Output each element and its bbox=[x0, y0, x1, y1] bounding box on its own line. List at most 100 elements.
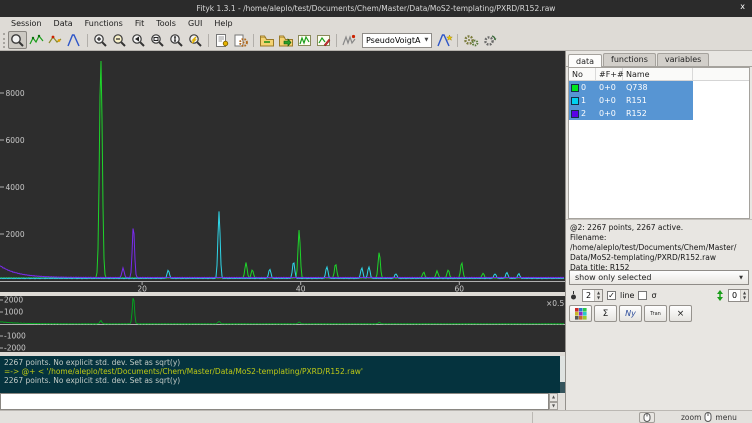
svg-text:6000: 6000 bbox=[6, 136, 25, 145]
line-checkbox-label: line bbox=[620, 291, 634, 300]
point-size-icon bbox=[569, 290, 578, 301]
console-scrollbar[interactable] bbox=[560, 356, 565, 393]
info-filename-2: Data/MoS2-templating/PXRD/R152.raw bbox=[570, 253, 748, 263]
edit-image-icon[interactable] bbox=[314, 31, 333, 49]
chevron-down-icon: ▼ bbox=[739, 275, 743, 281]
numeric-format-button[interactable]: Ny bbox=[619, 305, 642, 322]
toolbar-separator bbox=[457, 34, 458, 47]
dataset-list: No #F+# Name 0 0+0 Q738 1 0+0 R151 2 0+0… bbox=[568, 67, 750, 219]
mouse-config-button[interactable] bbox=[639, 412, 655, 423]
data-range-mode-icon[interactable] bbox=[27, 31, 46, 49]
spin-up-icon[interactable]: ▲ bbox=[549, 393, 558, 402]
toolbar-separator bbox=[253, 34, 254, 47]
point-size-spinner[interactable]: 2 ▲▼ bbox=[582, 289, 603, 302]
chevron-down-icon: ▼ bbox=[424, 37, 428, 43]
tab-data[interactable]: data bbox=[568, 54, 602, 67]
info-filename-1: Filename: /home/aleplo/test/Documents/Ch… bbox=[570, 233, 748, 253]
plot-pane: 2040602000400060008000 20001000-1000-200… bbox=[0, 51, 565, 410]
zoom-all-icon[interactable] bbox=[148, 31, 167, 49]
menu-bar: Session Data Functions Fit Tools GUI Hel… bbox=[0, 17, 752, 30]
plot-style-controls: 2 ▲▼ ✓ line σ 0 ▲▼ bbox=[566, 287, 752, 303]
line-checkbox[interactable]: ✓ bbox=[607, 291, 616, 300]
mouse-icon bbox=[643, 413, 651, 422]
function-type-dropdown[interactable]: PseudoVoigtA ▼ bbox=[362, 33, 432, 48]
toolbar-separator bbox=[87, 34, 88, 47]
menu-help[interactable]: Help bbox=[208, 19, 238, 28]
dataset-row-r152[interactable]: 2 0+0 R152 bbox=[569, 107, 693, 120]
svg-text:-1000: -1000 bbox=[4, 332, 26, 341]
load-data-icon[interactable] bbox=[257, 31, 276, 49]
dataset-info: @2: 2267 points, 2267 active. Filename: … bbox=[566, 219, 752, 266]
toolbar-separator bbox=[336, 34, 337, 47]
zoom-in-icon[interactable] bbox=[91, 31, 110, 49]
zoom-out-icon[interactable] bbox=[110, 31, 129, 49]
auto-add-peak-icon[interactable] bbox=[435, 31, 454, 49]
background-mode-icon[interactable] bbox=[46, 31, 65, 49]
column-no[interactable]: No bbox=[569, 68, 596, 80]
mouse-icon bbox=[704, 412, 712, 422]
command-input[interactable] bbox=[0, 393, 549, 410]
execute-script-icon[interactable] bbox=[231, 31, 250, 49]
left-button-hint: zoom bbox=[681, 413, 701, 422]
menu-fit[interactable]: Fit bbox=[129, 19, 150, 28]
function-tool-icon[interactable] bbox=[340, 31, 359, 49]
shift-icon bbox=[716, 290, 724, 301]
svg-text:1000: 1000 bbox=[4, 308, 23, 317]
status-bar: zoom menu bbox=[0, 410, 752, 423]
color-gradient-button[interactable] bbox=[569, 305, 592, 322]
edit-script-icon[interactable] bbox=[212, 31, 231, 49]
info-points: @2: 2267 points, 2267 active. bbox=[570, 223, 748, 233]
show-sum-button[interactable]: Σ bbox=[594, 305, 617, 322]
menu-tools[interactable]: Tools bbox=[150, 19, 182, 28]
zoom-previous-icon[interactable] bbox=[129, 31, 148, 49]
spin-down-icon[interactable]: ▼ bbox=[549, 402, 558, 411]
sigma-checkbox-label: σ bbox=[651, 291, 656, 300]
fit-undo-icon[interactable] bbox=[480, 31, 499, 49]
tab-functions[interactable]: functions bbox=[603, 53, 656, 66]
dataset-row-q738[interactable]: 0 0+0 Q738 bbox=[569, 81, 693, 94]
output-console: 2267 points. No explicit std. dev. Set a… bbox=[0, 356, 565, 393]
console-line-command: =-> @+ < '/home/aleplo/test/Documents/Ch… bbox=[4, 367, 561, 376]
status-divider bbox=[532, 412, 533, 423]
add-peak-mode-icon[interactable] bbox=[65, 31, 84, 49]
palette-icon bbox=[575, 308, 587, 320]
transform-button[interactable]: Tran bbox=[644, 305, 667, 322]
zoom-mode-icon[interactable] bbox=[8, 31, 27, 49]
toolbar-separator bbox=[208, 34, 209, 47]
sigma-checkbox[interactable] bbox=[638, 291, 647, 300]
tab-variables[interactable]: variables bbox=[657, 53, 709, 66]
svg-text:40: 40 bbox=[296, 285, 306, 293]
svg-text:-2000: -2000 bbox=[4, 344, 26, 352]
menu-gui[interactable]: GUI bbox=[182, 19, 208, 28]
command-history-spinner[interactable]: ▲ ▼ bbox=[549, 393, 558, 410]
show-filter-dropdown[interactable]: show only selected ▼ bbox=[569, 270, 749, 285]
delete-button[interactable]: × bbox=[669, 305, 692, 322]
menu-session[interactable]: Session bbox=[5, 19, 48, 28]
auto-zoom-icon[interactable] bbox=[186, 31, 205, 49]
command-input-row: ▲ ▼ bbox=[0, 393, 565, 410]
shift-spinner[interactable]: 0 ▲▼ bbox=[728, 289, 749, 302]
dataset-row-r151[interactable]: 1 0+0 R151 bbox=[569, 94, 693, 107]
column-name[interactable]: Name bbox=[623, 68, 693, 80]
function-type-value: PseudoVoigtA bbox=[366, 36, 420, 45]
export-image-icon[interactable] bbox=[295, 31, 314, 49]
menu-data[interactable]: Data bbox=[48, 19, 79, 28]
dataset-list-header: No #F+# Name bbox=[569, 68, 749, 81]
menu-functions[interactable]: Functions bbox=[79, 19, 129, 28]
sidebar-buttons: Σ Ny Tran × bbox=[566, 303, 752, 324]
sidebar-empty-area bbox=[566, 324, 752, 410]
svg-text:2000: 2000 bbox=[6, 230, 25, 239]
load-data-custom-icon[interactable] bbox=[276, 31, 295, 49]
svg-text:8000: 8000 bbox=[6, 89, 25, 98]
fit-run-icon[interactable] bbox=[461, 31, 480, 49]
aux-plot[interactable]: 20001000-1000-2000×0.5 bbox=[0, 296, 565, 352]
right-button-hint: menu bbox=[715, 413, 736, 422]
zoom-vertical-icon[interactable] bbox=[167, 31, 186, 49]
dataset-color-swatch bbox=[571, 110, 579, 118]
main-plot[interactable]: 2040602000400060008000 bbox=[0, 51, 565, 292]
filter-value: show only selected bbox=[575, 273, 651, 282]
dataset-color-swatch bbox=[571, 97, 579, 105]
close-window-button[interactable]: x bbox=[740, 2, 745, 11]
column-functions[interactable]: #F+# bbox=[596, 68, 623, 80]
mouse-hints: zoom menu bbox=[681, 412, 737, 422]
